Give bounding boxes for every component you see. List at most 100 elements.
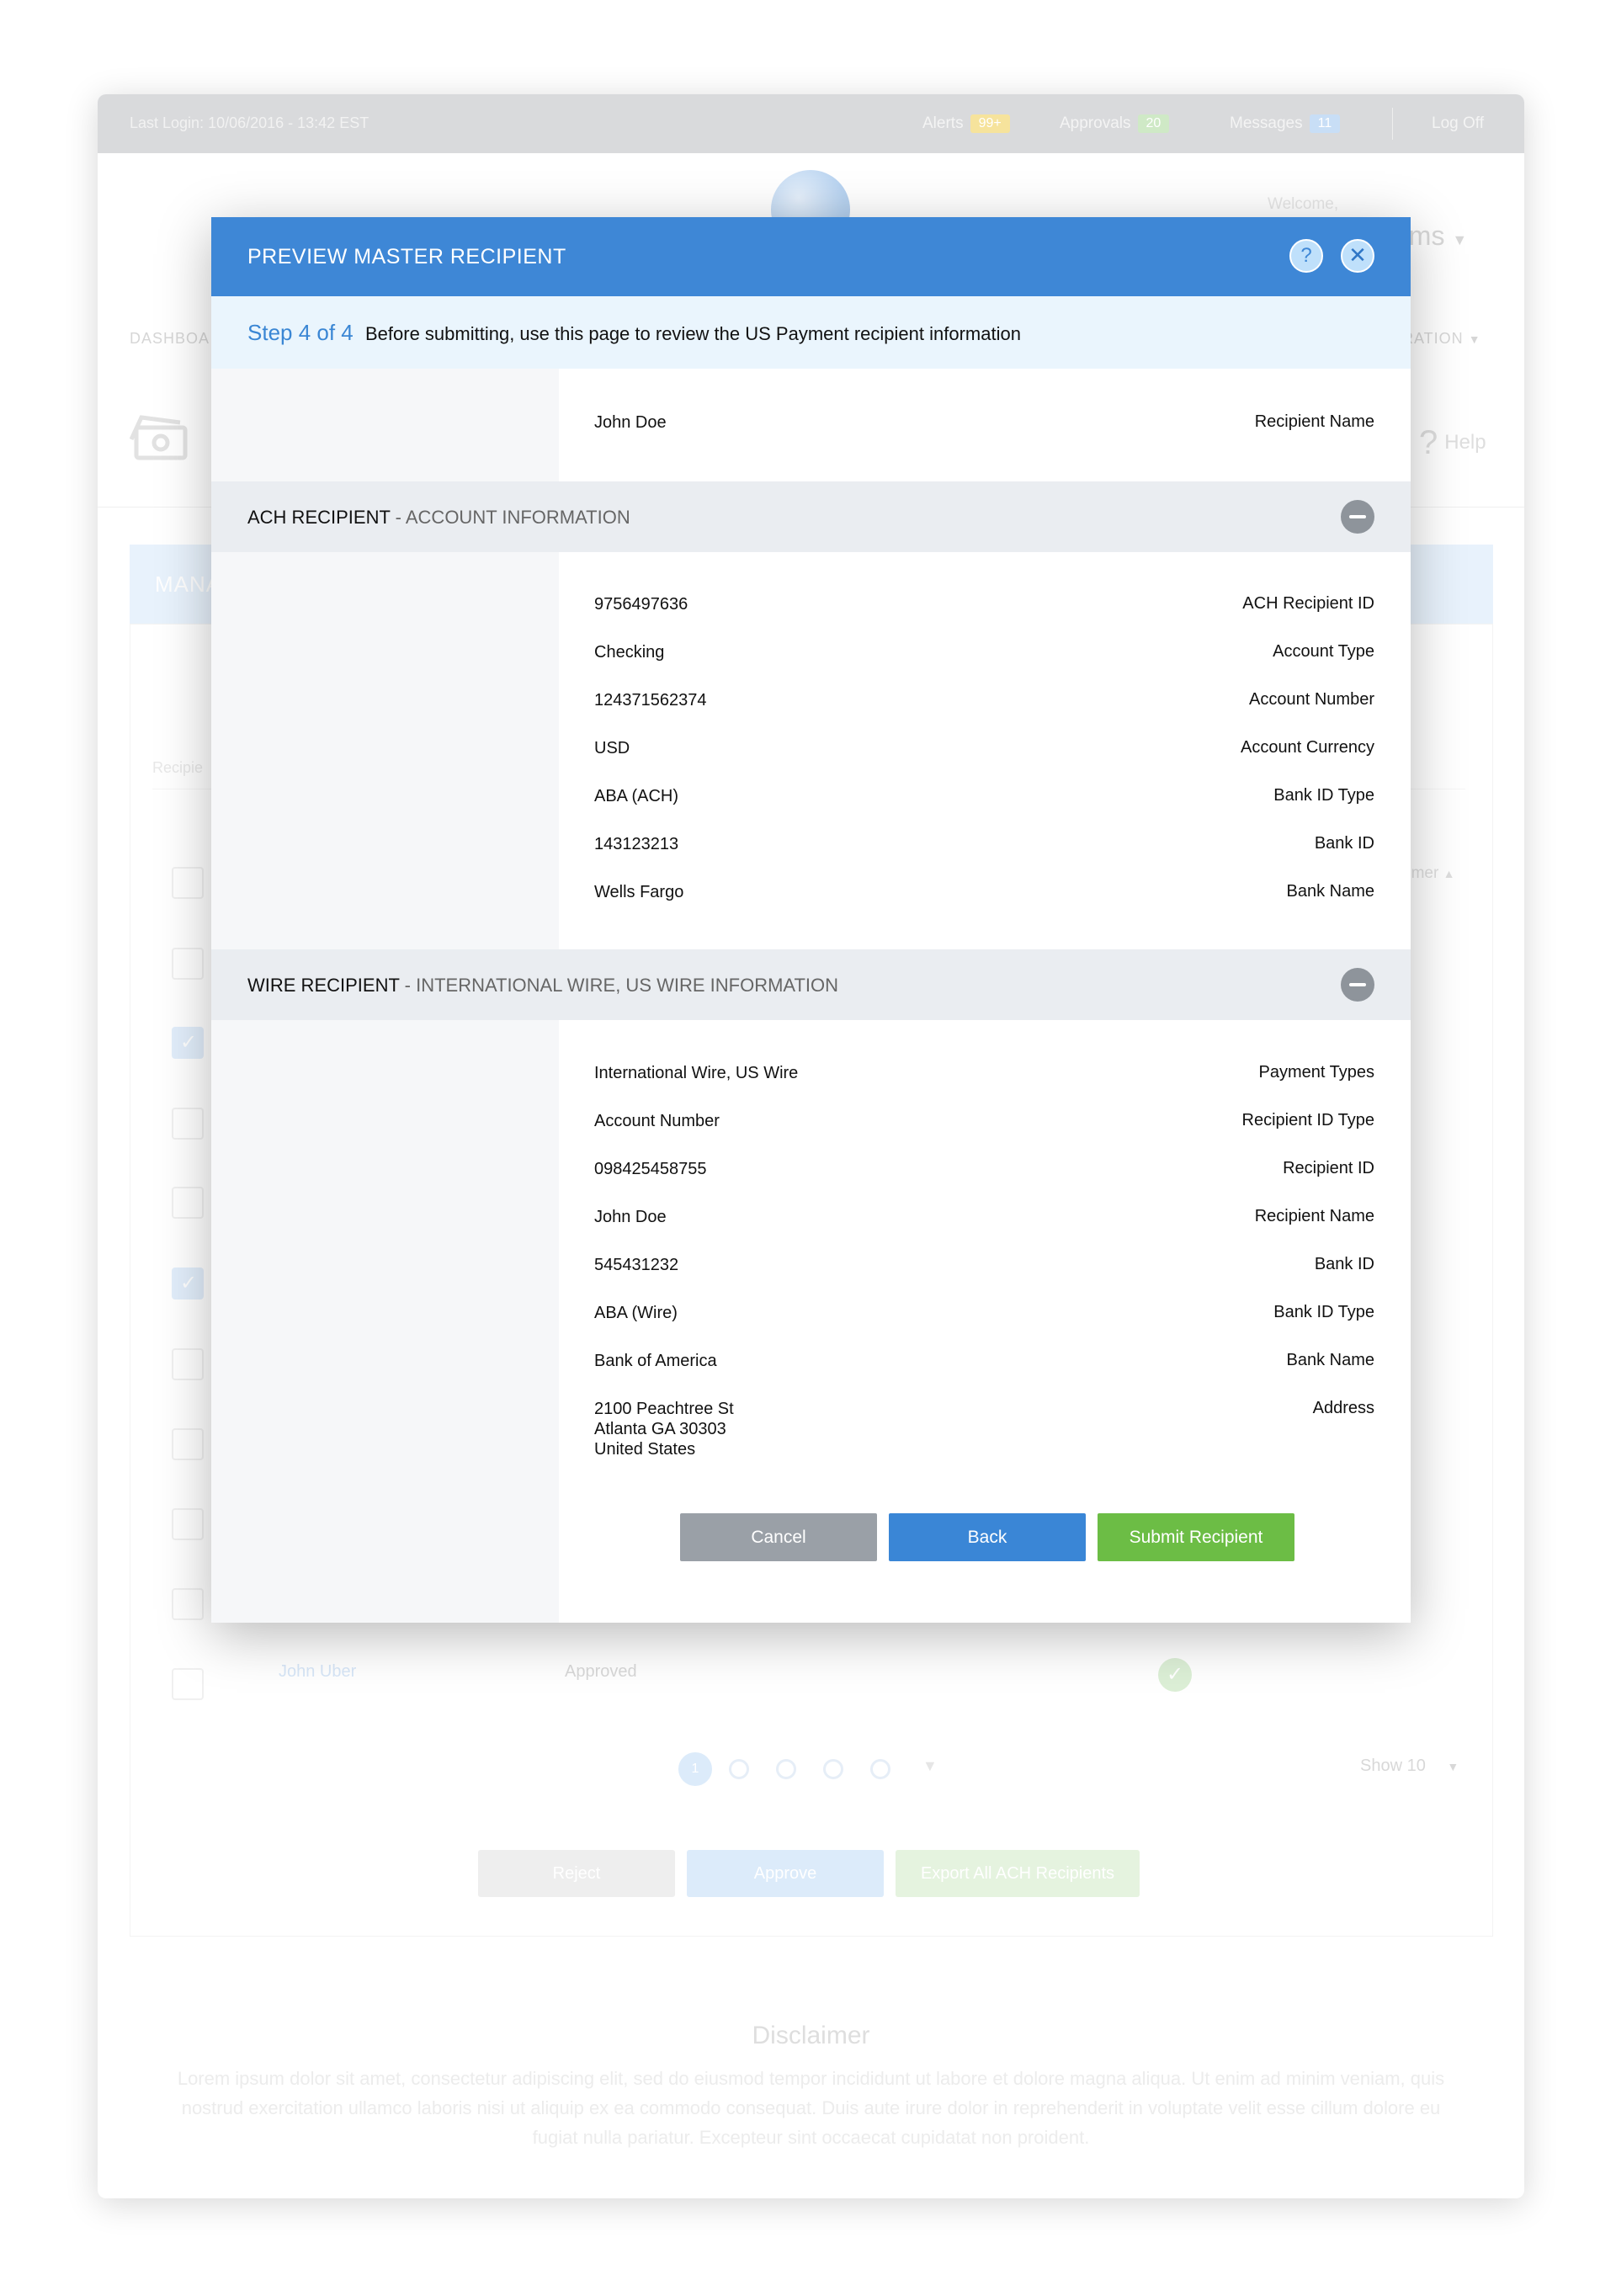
page-dot-button[interactable] xyxy=(776,1759,796,1779)
step-description: Before submitting, use this page to revi… xyxy=(365,323,1021,344)
row-checkbox[interactable] xyxy=(172,1108,204,1140)
row-checkbox[interactable] xyxy=(172,1508,204,1540)
field-value: 143123213 xyxy=(594,835,679,853)
page-dot-button[interactable] xyxy=(729,1759,749,1779)
money-bill-icon xyxy=(130,415,188,460)
approvals-link[interactable]: Approvals 20 xyxy=(1060,114,1170,133)
row-checkbox[interactable] xyxy=(172,1428,204,1460)
wire-subtitle: - INTERNATIONAL WIRE, US WIRE INFORMATIO… xyxy=(404,975,839,996)
collapse-icon[interactable] xyxy=(1341,968,1374,1002)
field-value: ABA (ACH) xyxy=(594,787,679,805)
address-value: 2100 Peachtree St Atlanta GA 30303 Unite… xyxy=(594,1399,734,1459)
logoff-link[interactable]: Log Off xyxy=(1432,114,1484,133)
step-indicator: Step 4 of 4 Before submitting, use this … xyxy=(211,296,1411,369)
page-dot-button[interactable] xyxy=(823,1759,843,1779)
field-value: 545431232 xyxy=(594,1256,679,1274)
cancel-button[interactable]: Cancel xyxy=(680,1513,877,1561)
messages-badge: 11 xyxy=(1309,114,1341,133)
field-label: ACH Recipient ID xyxy=(1242,594,1374,613)
field-value: Account Number xyxy=(594,1112,720,1130)
label-column xyxy=(211,369,559,481)
last-login-text: Last Login: 10/06/2016 - 13:42 EST xyxy=(130,114,369,131)
reject-button[interactable]: Reject xyxy=(478,1850,675,1897)
row-checkbox[interactable] xyxy=(172,1348,204,1380)
field-value: International Wire, US Wire xyxy=(594,1064,799,1082)
welcome-label: Welcome, xyxy=(1268,195,1339,213)
show-count-label: Show 10 xyxy=(1360,1757,1426,1775)
field-label: Recipient Name xyxy=(1254,1207,1374,1225)
chevron-down-icon[interactable]: ▼ xyxy=(922,1757,938,1775)
address-line: 2100 Peachtree St xyxy=(594,1400,734,1418)
collapse-icon[interactable] xyxy=(1341,500,1374,534)
field-label: Account Type xyxy=(1273,642,1374,661)
field-label: Bank ID Type xyxy=(1273,786,1374,805)
alerts-label: Alerts xyxy=(922,114,964,132)
page-dot-button[interactable] xyxy=(870,1759,890,1779)
chevron-down-icon: ▼ xyxy=(1468,332,1481,346)
help-icon[interactable]: ? xyxy=(1289,239,1323,273)
sort-up-icon: ▲ xyxy=(1443,867,1455,880)
help-link[interactable]: ? Help xyxy=(1419,424,1486,462)
select-all-checkbox[interactable] xyxy=(172,867,204,899)
approve-button[interactable]: Approve xyxy=(687,1850,884,1897)
modal-title: PREVIEW MASTER RECIPIENT xyxy=(247,245,566,268)
row-checkbox[interactable] xyxy=(172,1027,204,1059)
alerts-badge: 99+ xyxy=(970,114,1010,133)
top-bar: Last Login: 10/06/2016 - 13:42 EST Alert… xyxy=(98,94,1524,153)
messages-label: Messages xyxy=(1230,114,1303,132)
address-label: Address xyxy=(1312,1399,1374,1417)
field-value: 098425458755 xyxy=(594,1160,707,1178)
disclaimer-title: Disclaimer xyxy=(752,2022,870,2049)
show-count-select[interactable]: Show 10 ▼ xyxy=(1360,1757,1459,1776)
field-value: USD xyxy=(594,739,630,757)
close-icon[interactable]: ✕ xyxy=(1341,239,1374,273)
page-1-button[interactable]: 1 xyxy=(678,1752,712,1786)
step-number: Step 4 of 4 xyxy=(247,320,354,345)
field-value: 124371562374 xyxy=(594,691,707,710)
row-checkbox[interactable] xyxy=(172,1268,204,1299)
nav-administration-label: RATION xyxy=(1402,330,1464,347)
address-line: Atlanta GA 30303 xyxy=(594,1420,726,1438)
messages-link[interactable]: Messages 11 xyxy=(1230,114,1341,133)
nav-dashboard[interactable]: DASHBOA xyxy=(130,330,210,348)
recipient-name-value: John Doe xyxy=(594,413,667,432)
address-line: United States xyxy=(594,1440,696,1459)
question-icon: ? xyxy=(1419,424,1438,461)
ach-section-title: ACH RECIPIENT - ACCOUNT INFORMATION xyxy=(247,507,630,529)
modal-header: PREVIEW MASTER RECIPIENT ? ✕ xyxy=(211,217,1411,296)
back-button[interactable]: Back xyxy=(889,1513,1086,1561)
recipient-name-link[interactable]: John Uber xyxy=(279,1662,356,1682)
alerts-link[interactable]: Alerts 99+ xyxy=(922,114,1010,133)
topbar-divider xyxy=(1392,108,1393,140)
chevron-down-icon: ▼ xyxy=(1452,231,1468,248)
field-value: Bank of America xyxy=(594,1352,717,1370)
submit-recipient-button[interactable]: Submit Recipient xyxy=(1098,1513,1294,1561)
label-column xyxy=(211,1020,559,1623)
approvals-label: Approvals xyxy=(1060,114,1131,132)
help-label: Help xyxy=(1444,431,1486,454)
wire-section-header[interactable]: WIRE RECIPIENT - INTERNATIONAL WIRE, US … xyxy=(211,949,1411,1020)
recipient-name-label: Recipient Name xyxy=(1254,412,1374,431)
row-checkbox[interactable] xyxy=(172,1588,204,1620)
check-circle-icon: ✓ xyxy=(1158,1658,1192,1692)
ach-title: ACH RECIPIENT xyxy=(247,507,391,528)
export-ach-button[interactable]: Export All ACH Recipients xyxy=(896,1850,1140,1897)
field-value: John Doe xyxy=(594,1208,667,1226)
row-checkbox[interactable] xyxy=(172,1668,204,1700)
row-checkbox[interactable] xyxy=(172,948,204,980)
ach-section-header[interactable]: ACH RECIPIENT - ACCOUNT INFORMATION xyxy=(211,481,1411,552)
field-label: Bank Name xyxy=(1286,1351,1375,1369)
field-label: Account Currency xyxy=(1241,738,1374,757)
wire-section-title: WIRE RECIPIENT - INTERNATIONAL WIRE, US … xyxy=(247,975,838,997)
label-column xyxy=(211,552,559,949)
field-value: 9756497636 xyxy=(594,595,688,614)
preview-recipient-modal: PREVIEW MASTER RECIPIENT ? ✕ Step 4 of 4… xyxy=(211,217,1411,1623)
field-label: Bank ID xyxy=(1314,1255,1374,1273)
wire-title: WIRE RECIPIENT xyxy=(247,975,400,996)
nav-administration[interactable]: RATION ▼ xyxy=(1402,330,1481,348)
field-label: Bank ID xyxy=(1314,834,1374,853)
filter-label: Recipie xyxy=(152,759,204,776)
chevron-down-icon: ▼ xyxy=(1447,1760,1459,1773)
field-label: Recipient ID Type xyxy=(1241,1111,1375,1129)
row-checkbox[interactable] xyxy=(172,1187,204,1219)
